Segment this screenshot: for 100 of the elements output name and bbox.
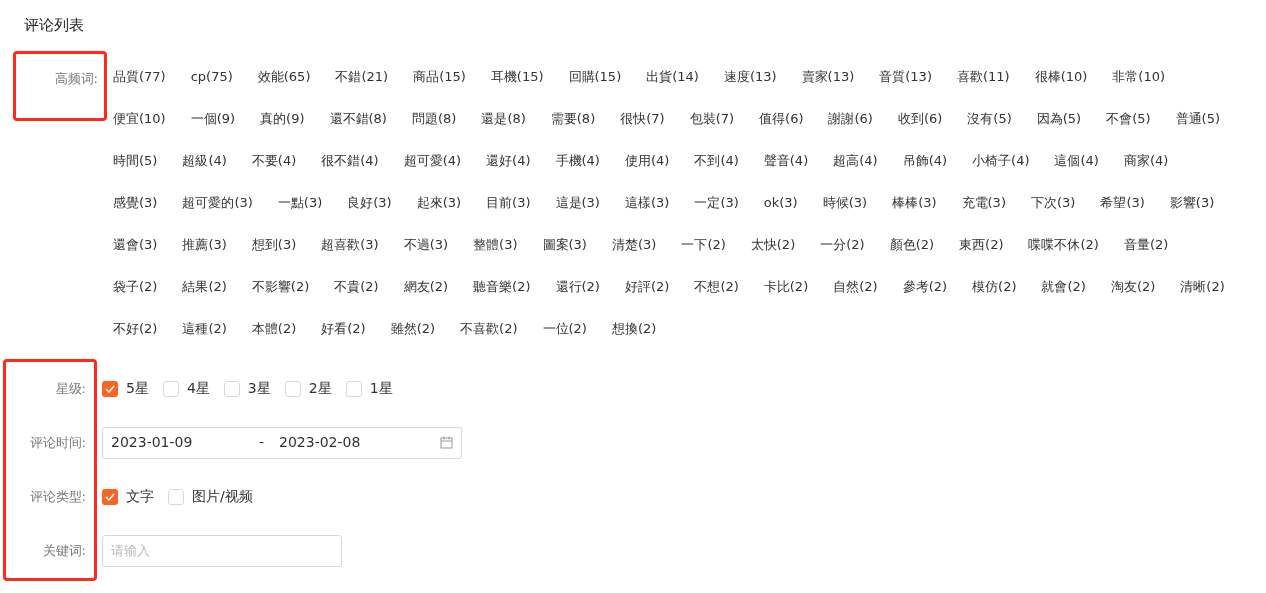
keyword-tag[interactable]: 謝謝(6) [828, 108, 873, 151]
keyword-tag[interactable]: 清楚(3) [611, 234, 657, 277]
checkbox[interactable] [102, 488, 118, 505]
keyword-tag[interactable]: 網友(2) [403, 276, 449, 319]
keyword-tag[interactable]: 真的(9) [260, 108, 305, 151]
keyword-tag[interactable]: 棒棒(3) [892, 192, 937, 235]
keyword-tag[interactable]: 不要(4) [251, 150, 297, 193]
keyword-tag[interactable]: 下次(3) [1030, 192, 1076, 235]
keyword-tag[interactable]: 感覺(3) [113, 192, 158, 235]
checkbox[interactable] [345, 380, 362, 397]
keyword-tag[interactable]: 淘友(2) [1110, 276, 1156, 319]
keyword-tag[interactable]: 圖案(3) [542, 234, 587, 277]
keyword-tag[interactable]: 超高(4) [833, 150, 878, 193]
keyword-tag[interactable]: 就會(2) [1041, 276, 1086, 319]
keyword-tag[interactable]: 包裝(7) [689, 108, 735, 151]
keyword-tag[interactable]: 還會(3) [113, 234, 158, 277]
keyword-tag[interactable]: 很棒(10) [1034, 66, 1088, 109]
keyword-tag[interactable]: cp(75) [190, 66, 233, 109]
keyword-tag[interactable]: 影響(3) [1169, 192, 1215, 235]
keyword-tag[interactable]: 因為(5) [1036, 108, 1082, 151]
checkbox-option[interactable]: 5星 [102, 378, 149, 399]
keyword-tag[interactable]: 東西(2) [959, 234, 1004, 277]
checkbox[interactable] [102, 380, 118, 397]
keyword-tag[interactable]: 值得(6) [759, 108, 804, 151]
checkbox[interactable] [284, 380, 301, 397]
keyword-tag[interactable]: 沒有(5) [967, 108, 1012, 151]
keyword-tag[interactable]: 出貨(14) [646, 66, 699, 109]
keyword-tag[interactable]: 不喜歡(2) [460, 318, 518, 361]
keyword-tag[interactable]: 速度(13) [723, 66, 777, 109]
keyword-tag[interactable]: 好評(2) [624, 276, 670, 319]
date-range-field[interactable]: 2023-01-09 - 2023-02-08 [102, 426, 462, 459]
keyword-tag[interactable]: 音質(13) [879, 66, 932, 109]
keyword-tag[interactable]: 賣家(13) [801, 66, 855, 109]
keyword-tag[interactable]: 結果(2) [182, 276, 227, 319]
keyword-tag[interactable]: 聲音(4) [763, 150, 809, 193]
keyword-tag[interactable]: 小椅子(4) [972, 150, 1030, 193]
keyword-tag[interactable]: 卡比(2) [763, 276, 809, 319]
keyword-tag[interactable]: 效能(65) [257, 66, 311, 109]
keyword-tag[interactable]: 還行(2) [555, 276, 600, 319]
keyword-tag[interactable]: 良好(3) [347, 192, 392, 235]
keyword-tag[interactable]: 便宜(10) [113, 108, 166, 151]
keyword-tag[interactable]: 普通(5) [1175, 108, 1220, 151]
keyword-tag[interactable]: 好看(2) [321, 318, 366, 361]
keyword-tag[interactable]: 使用(4) [624, 150, 670, 193]
keyword-tag[interactable]: 不會(5) [1106, 108, 1151, 151]
keyword-tag[interactable]: 一定(3) [694, 192, 739, 235]
keyword-tag[interactable]: 非常(10) [1112, 66, 1166, 109]
keyword-tag[interactable]: 這樣(3) [624, 192, 670, 235]
keyword-tag[interactable]: 商品(15) [413, 66, 466, 109]
keyword-tag[interactable]: 一位(2) [542, 318, 587, 361]
keyword-tag[interactable]: 本體(2) [251, 318, 297, 361]
keyword-tag[interactable]: 超級(4) [182, 150, 227, 193]
keyword-tag[interactable]: 模仿(2) [972, 276, 1017, 319]
keyword-tag[interactable]: 不影響(2) [251, 276, 310, 319]
checkbox-option[interactable]: 4星 [162, 378, 210, 399]
keyword-tag[interactable]: 還好(4) [486, 150, 531, 193]
keyword-tag[interactable]: 充電(3) [961, 192, 1006, 235]
keyword-tag[interactable]: 超喜歡(3) [321, 234, 379, 277]
keyword-tag[interactable]: 清晰(2) [1180, 276, 1225, 319]
keyword-tag[interactable]: 吊飾(4) [902, 150, 948, 193]
keyword-tag[interactable]: 喋喋不休(2) [1028, 234, 1099, 277]
checkbox-option[interactable]: 3星 [223, 378, 271, 399]
keyword-tag[interactable]: 一分(2) [820, 234, 865, 277]
keyword-tag[interactable]: 手機(4) [555, 150, 600, 193]
keyword-tag[interactable]: 想換(2) [611, 318, 657, 361]
keyword-tag[interactable]: 一下(2) [681, 234, 726, 277]
keyword-tag[interactable]: 整體(3) [473, 234, 518, 277]
keyword-tag[interactable]: 商家(4) [1123, 150, 1169, 193]
keyword-tag[interactable]: 聽音樂(2) [473, 276, 531, 319]
keyword-tag[interactable]: 需要(8) [550, 108, 596, 151]
keyword-tag[interactable]: 這個(4) [1054, 150, 1099, 193]
keyword-tag[interactable]: 自然(2) [833, 276, 878, 319]
keyword-tag[interactable]: 超可愛的(3) [182, 192, 253, 235]
keyword-tag[interactable]: 不好(2) [113, 318, 158, 361]
checkbox-option[interactable]: 1星 [345, 378, 393, 399]
keyword-tag[interactable]: 收到(6) [897, 108, 943, 151]
keyword-tag[interactable]: 超可愛(4) [403, 150, 462, 193]
keyword-tag[interactable]: 顏色(2) [889, 234, 935, 277]
keyword-tag[interactable]: 一個(9) [190, 108, 236, 151]
checkbox-option[interactable]: 图片/视频 [168, 486, 253, 507]
keyword-tag[interactable]: 不貴(2) [334, 276, 379, 319]
keyword-tag[interactable]: 這是(3) [555, 192, 600, 235]
keyword-tag[interactable]: ok(3) [763, 192, 798, 235]
keyword-tag[interactable]: 很快(7) [620, 108, 665, 151]
keyword-tag[interactable]: 品質(77) [113, 66, 166, 109]
checkbox[interactable] [168, 488, 184, 505]
keyword-tag[interactable]: 想到(3) [251, 234, 297, 277]
keyword-tag[interactable]: 起來(3) [416, 192, 462, 235]
keyword-tag[interactable]: 回購(15) [568, 66, 622, 109]
keyword-tag[interactable]: 喜歡(11) [956, 66, 1010, 109]
keyword-tag[interactable]: 袋子(2) [113, 276, 158, 319]
keyword-tag[interactable]: 時候(3) [822, 192, 868, 235]
keyword-tag[interactable]: 不想(2) [694, 276, 739, 319]
checkbox[interactable] [162, 380, 179, 397]
keyword-input-field[interactable]: 请输入 [102, 534, 342, 567]
keyword-tag[interactable]: 時間(5) [113, 150, 158, 193]
checkbox-option[interactable]: 2星 [284, 378, 332, 399]
keyword-tag[interactable]: 參考(2) [902, 276, 948, 319]
keyword-tag[interactable]: 這種(2) [182, 318, 227, 361]
keyword-tag[interactable]: 不過(3) [403, 234, 449, 277]
